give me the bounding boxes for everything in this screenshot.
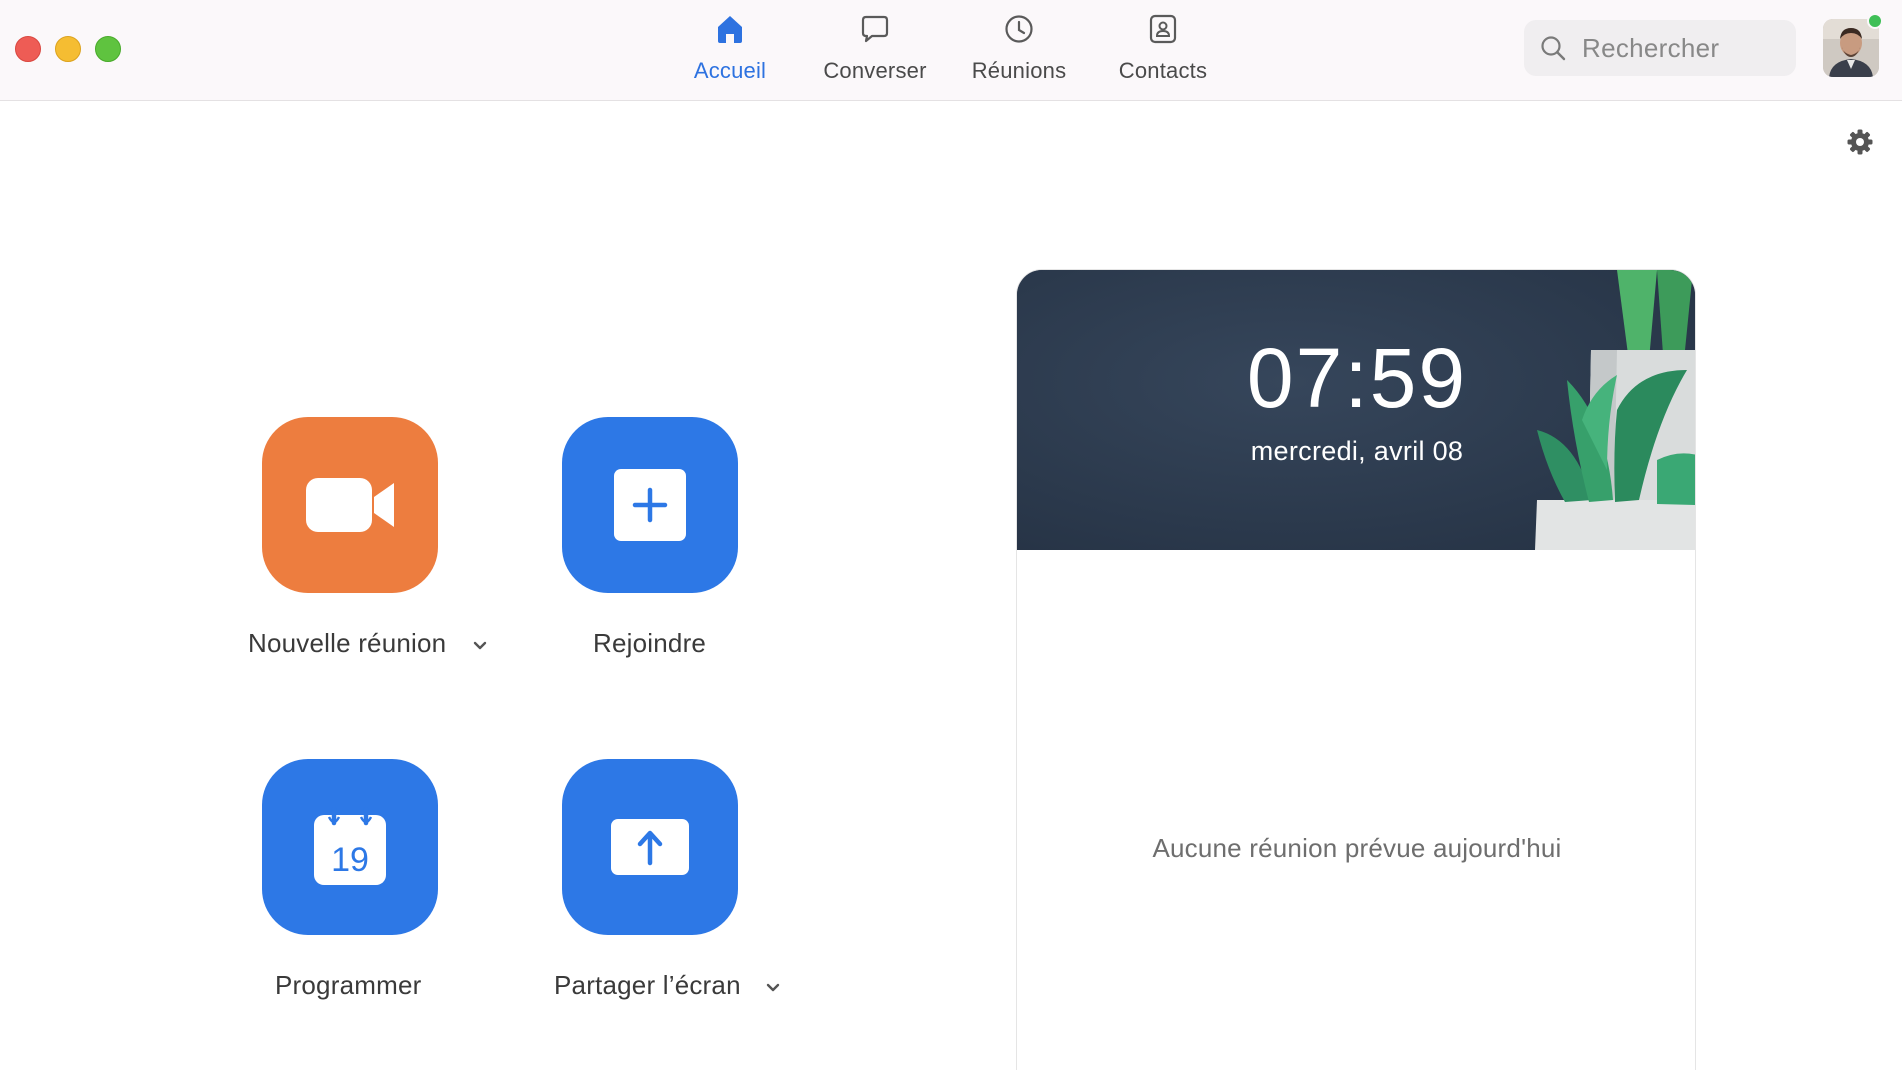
contact-card-icon <box>1149 14 1177 44</box>
calendar-day: 19 <box>331 841 369 879</box>
chat-bubble-icon <box>861 15 889 43</box>
upcoming-meetings-panel: 07:59 mercredi, avril 08 Aucune réunion … <box>1016 269 1696 1070</box>
tab-label: Accueil <box>693 58 767 83</box>
new-meeting-label: Nouvelle réunion <box>248 628 447 658</box>
video-camera-icon <box>306 478 394 532</box>
join-meeting-button[interactable] <box>562 417 738 593</box>
tab-accueil[interactable]: Accueil <box>658 12 802 92</box>
schedule-meeting-label: Programmer <box>275 970 422 1000</box>
share-screen-icon <box>611 819 689 875</box>
tab-label: Réunions <box>971 58 1067 83</box>
current-date: mercredi, avril 08 <box>1250 436 1464 466</box>
tab-label: Converser <box>823 58 927 83</box>
new-meeting-button[interactable] <box>262 417 438 593</box>
close-window-button[interactable] <box>15 36 41 62</box>
clock-icon <box>1005 15 1033 43</box>
share-screen-label: Partager l’écran <box>554 970 741 1000</box>
no-meetings-message: Aucune réunion prévue aujourd'hui <box>1152 833 1562 863</box>
zoom-main-window: Accueil Converser Réunions Contacts Rech… <box>0 0 1902 1070</box>
tab-reunions[interactable]: Réunions <box>947 12 1091 92</box>
current-time: 07:59 <box>1246 331 1468 425</box>
clock-banner: 07:59 mercredi, avril 08 <box>1017 270 1695 550</box>
chevron-down-icon[interactable] <box>471 637 489 655</box>
tab-contacts[interactable]: Contacts <box>1091 12 1235 92</box>
online-status-indicator <box>1867 13 1883 29</box>
title-bar: Accueil Converser Réunions Contacts Rech… <box>0 0 1902 101</box>
tab-converser[interactable]: Converser <box>803 12 947 92</box>
search-placeholder: Rechercher <box>1582 32 1720 63</box>
home-icon <box>718 16 742 43</box>
search-icon <box>1541 36 1566 61</box>
plus-icon <box>614 469 686 541</box>
settings-gear-icon[interactable] <box>1846 128 1874 156</box>
join-meeting-label: Rejoindre <box>593 628 707 658</box>
calendar-icon: 19 <box>314 807 386 885</box>
share-screen-button[interactable] <box>562 759 738 935</box>
search-input[interactable]: Rechercher <box>1524 20 1796 76</box>
schedule-meeting-button[interactable]: 19 <box>262 759 438 935</box>
chevron-down-icon[interactable] <box>764 979 782 997</box>
minimize-window-button[interactable] <box>55 36 81 62</box>
tab-label: Contacts <box>1118 58 1208 83</box>
zoom-window-button[interactable] <box>95 36 121 62</box>
